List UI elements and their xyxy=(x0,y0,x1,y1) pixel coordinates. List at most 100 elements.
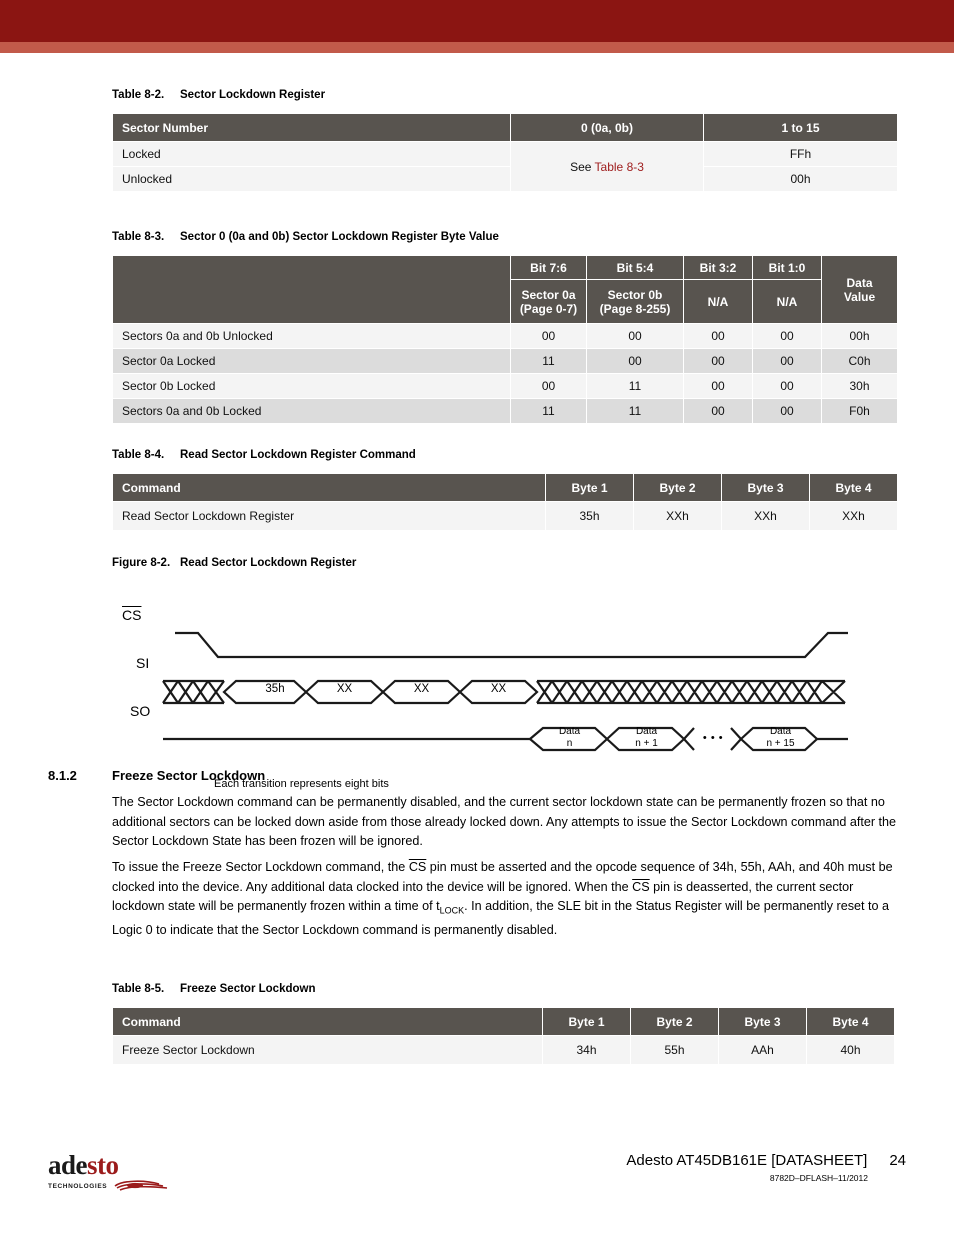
si-cell-1-label: XX xyxy=(336,683,353,695)
table-8-5-caption-title: Freeze Sector Lockdown xyxy=(180,983,316,995)
see-prefix: See xyxy=(570,159,595,174)
table-8-4-caption: Table 8-4. Read Sector Lockdown Register … xyxy=(112,445,416,463)
sector-0b-line1: Sector 0b xyxy=(607,287,663,302)
table-row: Locked See Table 8-3 FFh xyxy=(112,141,898,192)
table-row: Sectors 0a and 0b Unlocked 00 00 00 00 0… xyxy=(112,323,898,349)
table-8-3-row3-b10: 00 xyxy=(752,398,822,424)
figure-8-2-caption: Figure 8-2. Read Sector Lockdown Register xyxy=(112,553,356,571)
table-8-3-row3-b54: 11 xyxy=(586,398,684,424)
footer-document-id: 8782D–DFLASH–11/2012 xyxy=(769,1173,868,1183)
figure-8-2-caption-number: Figure 8-2. xyxy=(112,557,171,569)
table-8-4-row-byte4: XXh xyxy=(809,501,898,531)
table-8-3-row2-b32: 00 xyxy=(683,373,753,399)
table-8-3-header-sector-0a: Sector 0a (Page 0-7) xyxy=(510,279,587,324)
table-8-3-row2-data: 30h xyxy=(821,373,898,399)
table-8-4-caption-title: Read Sector Lockdown Register Command xyxy=(180,449,416,461)
table-8-2-header-sector-number: Sector Number xyxy=(112,113,511,142)
sector-0b-line2: (Page 8-255) xyxy=(599,301,671,316)
adesto-logo: adesto TECHNOLOGIES xyxy=(48,1152,198,1193)
so-cell-data-n-plus-15-label: Data n + 15 xyxy=(753,726,808,749)
logo-text-ade: ade xyxy=(48,1150,88,1180)
table-8-3-row1-data: C0h xyxy=(821,348,898,374)
table-8-3-header-data-value: Data Value xyxy=(821,255,898,324)
table-8-2-caption-number: Table 8-2. xyxy=(112,89,165,101)
table-8-2-header-sector-1-to-15: 1 to 15 xyxy=(703,113,898,142)
para2-subscript-lock: LOCK xyxy=(439,905,465,916)
table-8-2-caption: Table 8-2. Sector Lockdown Register xyxy=(112,85,325,103)
table-8-4-row-byte3: XXh xyxy=(721,501,810,531)
data-value-line2: Value xyxy=(843,289,876,304)
table-8-3-row0-data: 00h xyxy=(821,323,898,349)
header-band-accent xyxy=(0,42,954,53)
data-value-line1: Data xyxy=(846,275,873,290)
table-8-4-caption-number: Table 8-4. xyxy=(112,449,165,461)
table-8-4-header-command: Command xyxy=(112,473,546,502)
table-8-3-body: Sectors 0a and 0b Unlocked 00 00 00 00 0… xyxy=(112,323,898,424)
table-8-5-header-command: Command xyxy=(112,1007,543,1036)
table-8-5-row-byte1: 34h xyxy=(542,1035,631,1065)
table-8-3-header-bit-1-0: Bit 1:0 xyxy=(752,255,822,280)
so-cell-0-line1: Data xyxy=(558,726,581,737)
table-8-3-caption-number: Table 8-3. xyxy=(112,231,165,243)
table-8-3-header-bit-3-2: Bit 3:2 xyxy=(683,255,753,280)
table-8-3-row2-b54: 11 xyxy=(586,373,684,399)
so-cell-1-line1: Data xyxy=(635,726,658,737)
sector-0a-line1: Sector 0a xyxy=(521,287,576,302)
para2-part1: To issue the Freeze Sector Lockdown comm… xyxy=(112,860,409,874)
table-8-2-row-locked-label: Locked xyxy=(112,141,511,167)
table-8-5-caption: Table 8-5. Freeze Sector Lockdown xyxy=(112,979,315,997)
table-8-3-row0-label: Sectors 0a and 0b Unlocked xyxy=(112,323,511,349)
table-8-5-header-row: Command Byte 1 Byte 2 Byte 3 Byte 4 xyxy=(112,1007,895,1036)
si-cell-3-label: XX xyxy=(490,683,507,695)
table-8-3-cross-reference-link[interactable]: Table 8-3 xyxy=(595,160,644,174)
table-8-3-header-bit-7-6: Bit 7:6 xyxy=(510,255,587,280)
paragraph-1: The Sector Lockdown command can be perma… xyxy=(112,795,897,848)
table-8-4-row-byte1: 35h xyxy=(545,501,634,531)
swoosh-core xyxy=(127,1182,144,1189)
table-8-3-row1-b76: 11 xyxy=(510,348,587,374)
table-8-3-caption-title: Sector 0 (0a and 0b) Sector Lockdown Reg… xyxy=(180,231,499,243)
table-8-3-row1-b32: 00 xyxy=(683,348,753,374)
table-8-3-header-na-bit-1-0: N/A xyxy=(752,279,822,324)
si-trailing-hatch xyxy=(536,679,846,705)
page-footer: adesto TECHNOLOGIES Adesto AT45DB161E [D… xyxy=(0,1140,954,1235)
table-8-4-row-command: Read Sector Lockdown Register xyxy=(112,501,546,531)
table-8-3-row0-b54: 00 xyxy=(586,323,684,349)
table-8-4-row-byte2: XXh xyxy=(633,501,722,531)
table-8-2-row-locked-value: FFh xyxy=(703,141,898,167)
table-8-3-row2-b10: 00 xyxy=(752,373,822,399)
table-8-4-header-byte-1: Byte 1 xyxy=(545,473,634,502)
table-8-5-caption-number: Table 8-5. xyxy=(112,983,165,995)
table-8-3-row3-b32: 00 xyxy=(683,398,753,424)
table-8-4-header-byte-2: Byte 2 xyxy=(633,473,722,502)
si-cell-0-label: 35h xyxy=(265,683,285,695)
table-8-5-row-byte3: AAh xyxy=(718,1035,807,1065)
si-leading-hatch xyxy=(162,679,225,705)
table-row: Freeze Sector Lockdown 34h 55h AAh 40h xyxy=(112,1035,895,1065)
si-cell-2-label: XX xyxy=(413,683,430,695)
table-8-2: Sector Number 0 (0a, 0b) 1 to 15 Locked … xyxy=(112,113,898,192)
table-8-5-header-byte-1: Byte 1 xyxy=(542,1007,631,1036)
table-8-3: Bit 7:6 Bit 5:4 Bit 3:2 Bit 1:0 Data Val… xyxy=(112,255,898,424)
table-8-3-row0-b76: 00 xyxy=(510,323,587,349)
footer-page-number: 24 xyxy=(889,1152,906,1169)
table-8-3-row0-b10: 00 xyxy=(752,323,822,349)
table-8-5-header-byte-3: Byte 3 xyxy=(718,1007,807,1036)
so-ellipsis: • • • xyxy=(702,732,724,744)
footer-document-info: Adesto AT45DB161E [DATASHEET] 24 8782D–DF… xyxy=(626,1152,906,1183)
table-8-3-row1-label: Sector 0a Locked xyxy=(112,348,511,374)
table-8-2-header-sector-0: 0 (0a, 0b) xyxy=(510,113,704,142)
sector-0a-line2: (Page 0-7) xyxy=(519,301,578,316)
table-8-2-caption-title: Sector Lockdown Register xyxy=(180,89,326,101)
table-8-3-row0-b32: 00 xyxy=(683,323,753,349)
table-8-3-header-sector-0b: Sector 0b (Page 8-255) xyxy=(586,279,684,324)
table-row: Sectors 0a and 0b Locked 11 11 00 00 F0h xyxy=(112,398,898,424)
table-8-4-header-byte-4: Byte 4 xyxy=(809,473,898,502)
table-8-3-header-row-bits: Bit 7:6 Bit 5:4 Bit 3:2 Bit 1:0 Data Val… xyxy=(112,255,898,324)
table-8-4: Command Byte 1 Byte 2 Byte 3 Byte 4 Read… xyxy=(112,473,898,531)
table-8-5-header-byte-2: Byte 2 xyxy=(630,1007,719,1036)
table-8-2-header-row: Sector Number 0 (0a, 0b) 1 to 15 xyxy=(112,113,898,142)
table-8-3-header-na-bit-3-2: N/A xyxy=(683,279,753,324)
section-title: Freeze Sector Lockdown xyxy=(112,768,266,783)
so-cell-0-line2: n xyxy=(566,737,573,749)
